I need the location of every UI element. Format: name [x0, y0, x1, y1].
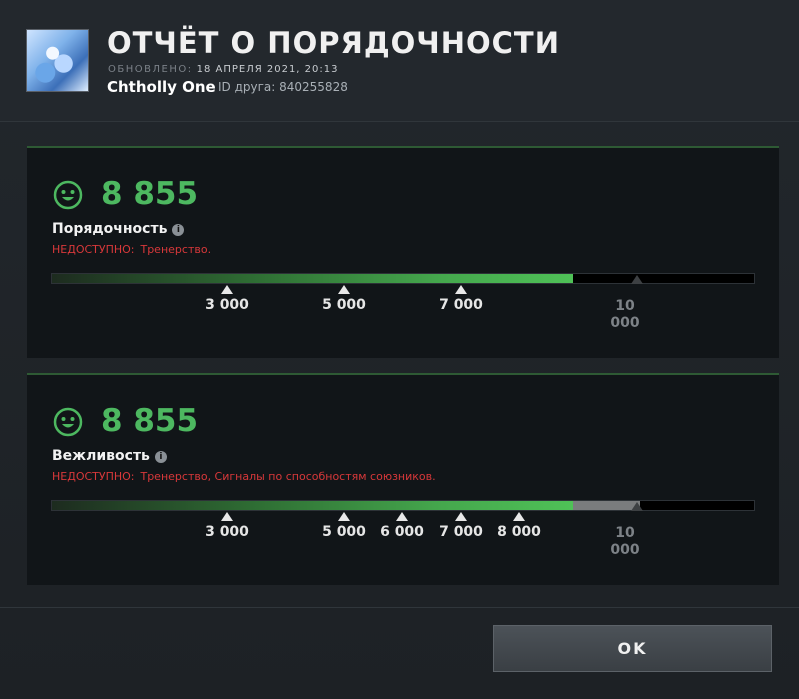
- tick-marker: [396, 512, 408, 521]
- avatar: [26, 29, 89, 92]
- tick-label: 3 000: [205, 297, 249, 313]
- smiley-icon: [53, 407, 83, 437]
- behavior-label-text: Порядочность: [52, 221, 168, 237]
- behavior-progress-fill: [52, 274, 573, 283]
- behavior-progress-bar: [51, 273, 755, 284]
- tick-label: 3 000: [205, 524, 249, 540]
- unavailable-label: НЕДОСТУПНО:: [52, 470, 135, 483]
- smiley-icon: [53, 180, 83, 210]
- behavior-score-panel: 8 855 Порядочность i НЕДОСТУПНО: Тренерств…: [27, 146, 779, 358]
- info-icon[interactable]: i: [172, 224, 185, 236]
- tick-marker: [513, 512, 525, 521]
- tick-label: 7 000: [439, 297, 483, 313]
- tick-label: 5 000: [322, 297, 366, 313]
- info-icon[interactable]: i: [154, 451, 167, 463]
- username: Chtholly One: [107, 78, 216, 96]
- communication-score-value: 8 855: [101, 403, 199, 439]
- unavailable-note: НЕДОСТУПНО: Тренерство, Сигналы по способ…: [52, 470, 436, 483]
- updated-label: ОБНОВЛЕНО:: [108, 64, 193, 75]
- unavailable-label: НЕДОСТУПНО:: [52, 243, 135, 256]
- tick-label-max: 10 000: [610, 298, 640, 331]
- tick-marker: [338, 285, 350, 294]
- footer-divider: [0, 607, 799, 608]
- tick-marker: [455, 285, 467, 294]
- tick-marker: [455, 512, 467, 521]
- communication-progress-remainder: [572, 501, 640, 510]
- updated-date: 18 АПРЕЛЯ 2021, 20:13: [196, 64, 339, 75]
- behavior-report-dialog: ОТЧЁТ О ПОРЯДОЧНОСТИ ОБНОВЛЕНО: 18 АПРЕЛЯ…: [0, 0, 799, 699]
- communication-progress-fill: [52, 501, 573, 510]
- tick-marker: [338, 512, 350, 521]
- tick-marker: [221, 285, 233, 294]
- unavailable-note: НЕДОСТУПНО: Тренерство.: [52, 243, 211, 256]
- updated-line: ОБНОВЛЕНО: 18 АПРЕЛЯ 2021, 20:13: [108, 64, 338, 75]
- tick-marker-max: [631, 502, 643, 511]
- tick-label-max: 10 000: [610, 525, 640, 558]
- report-header: ОТЧЁТ О ПОРЯДОЧНОСТИ ОБНОВЛЕНО: 18 АПРЕЛЯ…: [0, 0, 799, 122]
- unavailable-reason: Тренерство.: [140, 243, 212, 256]
- communication-score-panel: 8 855 Вежливость i НЕДОСТУПНО: Тренерство,…: [27, 373, 779, 585]
- tick-marker-max: [631, 275, 643, 284]
- communication-label: Вежливость i: [52, 448, 167, 464]
- tick-label: 8 000: [497, 524, 541, 540]
- behavior-label: Порядочность i: [52, 221, 185, 237]
- communication-label-text: Вежливость: [52, 448, 150, 464]
- unavailable-reason: Тренерство, Сигналы по способностям союз…: [140, 470, 436, 483]
- tick-marker: [221, 512, 233, 521]
- friend-id: ID друга: 840255828: [218, 80, 348, 94]
- behavior-score-value: 8 855: [101, 176, 199, 212]
- ok-button[interactable]: OK: [493, 625, 772, 672]
- page-title: ОТЧЁТ О ПОРЯДОЧНОСТИ: [107, 26, 560, 60]
- communication-progress-bar: [51, 500, 755, 511]
